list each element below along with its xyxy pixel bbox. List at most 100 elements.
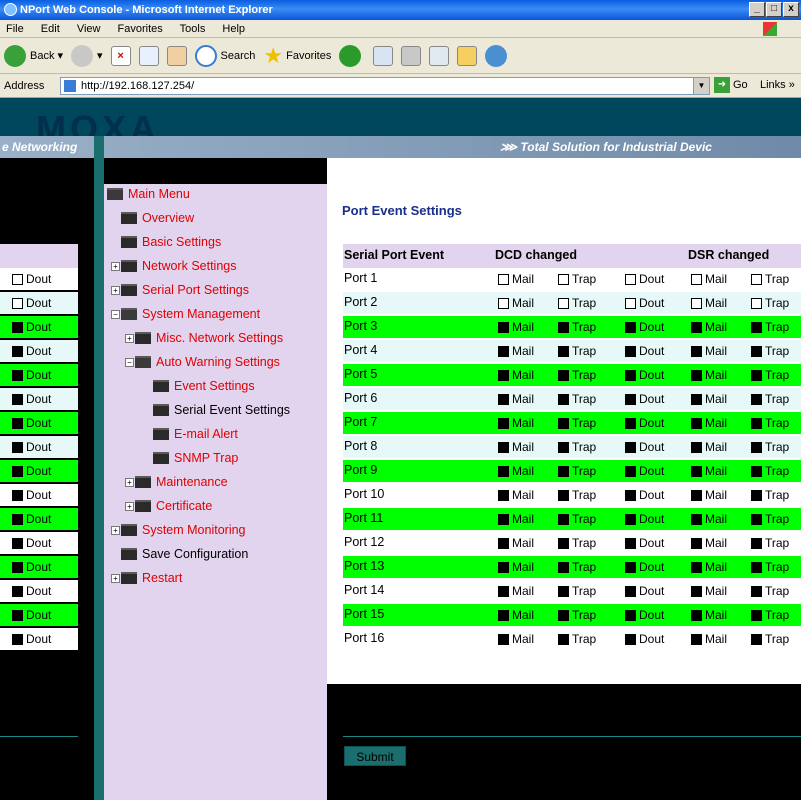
mail-checkbox[interactable]: Mail bbox=[691, 416, 727, 430]
back-button[interactable]: Back ▾ bbox=[4, 43, 63, 69]
mail-checkbox[interactable]: Mail bbox=[498, 344, 534, 358]
maximize-button[interactable]: □ bbox=[766, 2, 782, 17]
trap-checkbox[interactable]: Trap bbox=[558, 488, 596, 502]
nav-event-settings[interactable]: Event Settings bbox=[153, 376, 255, 396]
trap-checkbox[interactable]: Trap bbox=[558, 584, 596, 598]
mail-checkbox[interactable]: Mail bbox=[498, 512, 534, 526]
media-button[interactable] bbox=[339, 43, 365, 69]
dout-checkbox[interactable]: Dout bbox=[12, 536, 51, 550]
mail-checkbox[interactable]: Mail bbox=[691, 560, 727, 574]
dout-checkbox[interactable]: Dout bbox=[625, 344, 664, 358]
menu-tools[interactable]: Tools bbox=[180, 23, 206, 35]
dout-checkbox[interactable]: Dout bbox=[12, 344, 51, 358]
nav-main-menu[interactable]: Main Menu bbox=[107, 184, 190, 204]
close-button[interactable]: x bbox=[783, 2, 799, 17]
mail-checkbox[interactable]: Mail bbox=[691, 392, 727, 406]
expand-icon[interactable]: + bbox=[125, 477, 134, 487]
mail-checkbox[interactable]: Mail bbox=[498, 392, 534, 406]
mail-checkbox[interactable]: Mail bbox=[498, 464, 534, 478]
mail-checkbox[interactable]: Mail bbox=[691, 512, 727, 526]
refresh-button[interactable] bbox=[138, 43, 159, 69]
trap-checkbox[interactable]: Trap bbox=[751, 560, 789, 574]
nav-serial-event-settings[interactable]: Serial Event Settings bbox=[153, 400, 290, 420]
mail-checkbox[interactable]: Mail bbox=[691, 536, 727, 550]
address-dropdown-icon[interactable]: ▼ bbox=[693, 78, 709, 94]
dout-checkbox[interactable]: Dout bbox=[625, 560, 664, 574]
minimize-button[interactable]: _ bbox=[749, 2, 765, 17]
mail-checkbox[interactable]: Mail bbox=[691, 632, 727, 646]
print-button[interactable] bbox=[401, 43, 422, 69]
dout-checkbox[interactable]: Dout bbox=[12, 560, 51, 574]
search-button[interactable]: Search bbox=[194, 43, 255, 69]
nav-save-configuration[interactable]: Save Configuration bbox=[121, 544, 248, 564]
dout-checkbox[interactable]: Dout bbox=[625, 464, 664, 478]
dout-checkbox[interactable]: Dout bbox=[12, 272, 51, 286]
nav-system-monitoring[interactable]: + System Monitoring bbox=[111, 520, 246, 540]
menu-help[interactable]: Help bbox=[222, 23, 245, 35]
dout-checkbox[interactable]: Dout bbox=[625, 488, 664, 502]
mail-checkbox[interactable]: Mail bbox=[691, 368, 727, 382]
expand-icon[interactable]: + bbox=[111, 525, 120, 535]
expand-icon[interactable]: + bbox=[125, 333, 134, 343]
trap-checkbox[interactable]: Trap bbox=[558, 416, 596, 430]
stop-button[interactable]: × bbox=[110, 43, 131, 69]
edit-button[interactable] bbox=[429, 43, 450, 69]
nav-network-settings[interactable]: + Network Settings bbox=[111, 256, 236, 276]
nav-maintenance[interactable]: + Maintenance bbox=[125, 472, 228, 492]
messenger-button[interactable] bbox=[485, 43, 511, 69]
nav-system-management[interactable]: − System Management bbox=[111, 304, 260, 324]
mail-checkbox[interactable]: Mail bbox=[691, 464, 727, 478]
nav-misc-network-settings[interactable]: + Misc. Network Settings bbox=[125, 328, 283, 348]
trap-checkbox[interactable]: Trap bbox=[558, 632, 596, 646]
trap-checkbox[interactable]: Trap bbox=[558, 608, 596, 622]
expand-icon[interactable]: + bbox=[111, 261, 120, 271]
dout-checkbox[interactable]: Dout bbox=[625, 296, 664, 310]
mail-checkbox[interactable]: Mail bbox=[498, 560, 534, 574]
home-button[interactable] bbox=[166, 43, 187, 69]
menu-favorites[interactable]: Favorites bbox=[118, 23, 163, 35]
trap-checkbox[interactable]: Trap bbox=[751, 584, 789, 598]
trap-checkbox[interactable]: Trap bbox=[558, 272, 596, 286]
links-button[interactable]: Links » bbox=[760, 79, 795, 91]
mail-checkbox[interactable]: Mail bbox=[498, 320, 534, 334]
dout-checkbox[interactable]: Dout bbox=[625, 584, 664, 598]
trap-checkbox[interactable]: Trap bbox=[558, 440, 596, 454]
mail-checkbox[interactable]: Mail bbox=[498, 416, 534, 430]
trap-checkbox[interactable]: Trap bbox=[751, 392, 789, 406]
trap-checkbox[interactable]: Trap bbox=[558, 464, 596, 478]
trap-checkbox[interactable]: Trap bbox=[751, 272, 789, 286]
dout-checkbox[interactable]: Dout bbox=[12, 464, 51, 478]
trap-checkbox[interactable]: Trap bbox=[751, 488, 789, 502]
expand-icon[interactable]: + bbox=[125, 501, 134, 511]
mail-checkbox[interactable]: Mail bbox=[691, 272, 727, 286]
nav-overview[interactable]: Overview bbox=[121, 208, 194, 228]
menu-view[interactable]: View bbox=[77, 23, 101, 35]
nav-email-alert[interactable]: E-mail Alert bbox=[153, 424, 238, 444]
forward-button[interactable]: ▾ bbox=[71, 43, 103, 69]
dout-checkbox[interactable]: Dout bbox=[625, 392, 664, 406]
mail-checkbox[interactable]: Mail bbox=[691, 320, 727, 334]
trap-checkbox[interactable]: Trap bbox=[751, 440, 789, 454]
trap-checkbox[interactable]: Trap bbox=[751, 464, 789, 478]
dout-checkbox[interactable]: Dout bbox=[625, 368, 664, 382]
menu-edit[interactable]: Edit bbox=[41, 23, 60, 35]
mail-checkbox[interactable]: Mail bbox=[498, 296, 534, 310]
dout-checkbox[interactable]: Dout bbox=[625, 440, 664, 454]
trap-checkbox[interactable]: Trap bbox=[558, 296, 596, 310]
nav-snmp-trap[interactable]: SNMP Trap bbox=[153, 448, 238, 468]
dout-checkbox[interactable]: Dout bbox=[625, 272, 664, 286]
dout-checkbox[interactable]: Dout bbox=[12, 488, 51, 502]
dout-checkbox[interactable]: Dout bbox=[12, 584, 51, 598]
dout-checkbox[interactable]: Dout bbox=[625, 536, 664, 550]
dout-checkbox[interactable]: Dout bbox=[625, 512, 664, 526]
mail-checkbox[interactable]: Mail bbox=[691, 488, 727, 502]
mail-checkbox[interactable]: Mail bbox=[691, 608, 727, 622]
submit-button[interactable]: Submit bbox=[344, 746, 406, 766]
collapse-icon[interactable]: − bbox=[125, 357, 134, 367]
nav-restart[interactable]: + Restart bbox=[111, 568, 182, 588]
trap-checkbox[interactable]: Trap bbox=[558, 560, 596, 574]
dout-checkbox[interactable]: Dout bbox=[12, 368, 51, 382]
trap-checkbox[interactable]: Trap bbox=[751, 296, 789, 310]
menu-file[interactable]: File bbox=[6, 23, 24, 35]
mail-checkbox[interactable]: Mail bbox=[498, 440, 534, 454]
